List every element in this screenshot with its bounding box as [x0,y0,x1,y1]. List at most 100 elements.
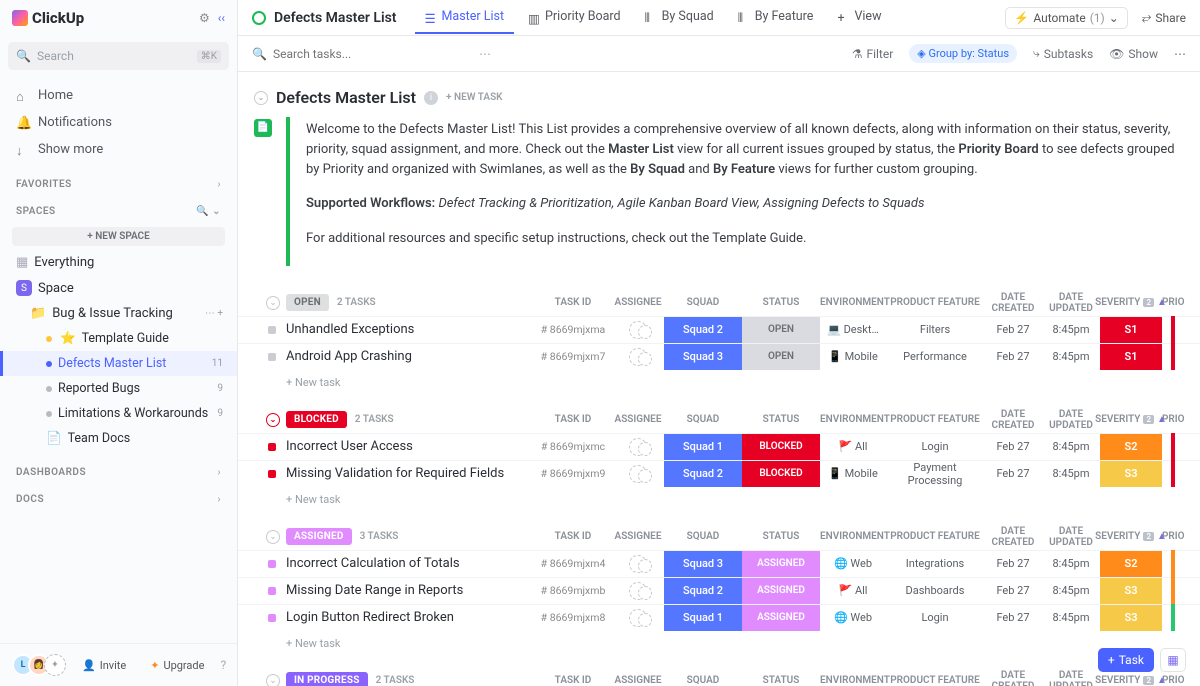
invite-button[interactable]: 👤Invite [74,656,134,675]
cell-assignee[interactable] [612,605,664,631]
section-docs[interactable]: DOCS› [0,484,237,511]
cell-status[interactable]: ASSIGNED [742,605,820,631]
cell-priority[interactable] [1162,605,1184,631]
cell-environment[interactable]: 🚩 All [820,578,886,604]
cell-squad[interactable]: Squad 3 [664,344,742,370]
cell-priority[interactable] [1162,344,1184,370]
cell-priority[interactable] [1162,434,1184,460]
add-task-row[interactable]: + New task [238,487,1200,506]
group-by-button[interactable]: ◈ Group by: Status [909,44,1017,63]
info-icon[interactable]: i [424,91,438,105]
cell-status[interactable]: ASSIGNED [742,578,820,604]
folder-add-icon[interactable]: + [217,308,223,319]
cell-environment[interactable]: 💻 Deskt… [820,317,886,343]
chevron-down-icon[interactable]: ⌄ [266,413,280,427]
cell-product-feature[interactable]: Integrations [886,551,984,577]
tab-master-list[interactable]: ☰Master List [415,1,515,34]
tree-space[interactable]: SSpace [0,275,237,301]
cell-assignee[interactable] [612,434,664,460]
cell-status[interactable]: OPEN [742,317,820,343]
fab-apps-button[interactable]: ▦ [1160,648,1186,672]
task-row[interactable]: Incorrect Calculation of Totals # 8669mj… [238,550,1200,577]
cell-product-feature[interactable]: Performance [886,344,984,370]
cell-status[interactable]: BLOCKED [742,434,820,460]
cell-assignee[interactable] [612,317,664,343]
cell-product-feature[interactable]: Filters [886,317,984,343]
member-avatars[interactable]: L 👩 + [12,654,66,676]
collapse-all-icon[interactable]: ⌄ [254,91,268,105]
cell-assignee[interactable] [612,461,664,487]
nav-home[interactable]: ⌂Home [0,82,237,109]
upgrade-button[interactable]: ✦Upgrade [142,656,212,675]
tree-folder-bugs[interactable]: 📁Bug & Issue Tracking⋯ + [0,301,237,326]
automate-button[interactable]: ⚡Automate (1) ⌄ [1005,7,1127,29]
cell-assignee[interactable] [612,344,664,370]
cell-product-feature[interactable]: Dashboards [886,578,984,604]
cell-severity[interactable]: S3 [1100,578,1162,604]
task-row[interactable]: Missing Validation for Required Fields #… [238,460,1200,487]
logo[interactable]: ClickUp [12,9,84,27]
cell-environment[interactable]: 📱 Mobile [820,461,886,487]
task-row[interactable]: Missing Date Range in Reports # 8669mjxm… [238,577,1200,604]
settings-icon[interactable]: ⚙ [199,11,210,25]
chevron-down-icon[interactable]: ⌄ [266,674,280,686]
nav-notifications[interactable]: 🔔Notifications [0,109,237,136]
new-task-fab[interactable]: +Task [1098,648,1154,672]
cell-status[interactable]: OPEN [742,344,820,370]
cell-assignee[interactable] [612,551,664,577]
cell-priority[interactable] [1162,578,1184,604]
cell-severity[interactable]: S1 [1100,317,1162,343]
cell-severity[interactable]: S2 [1100,551,1162,577]
cell-severity[interactable]: S3 [1100,605,1162,631]
toolbar-overflow-icon[interactable]: ⋯ [1174,47,1186,61]
cell-priority[interactable] [1162,317,1184,343]
cell-severity[interactable]: S2 [1100,434,1162,460]
cell-squad[interactable]: Squad 2 [664,461,742,487]
task-row[interactable]: Login Button Redirect Broken # 8669mjxm8… [238,604,1200,631]
tree-list-reported[interactable]: Reported Bugs9 [0,376,237,401]
cell-status[interactable]: BLOCKED [742,461,820,487]
task-row[interactable]: Unhandled Exceptions # 8669mjxma Squad 2… [238,316,1200,343]
cell-squad[interactable]: Squad 1 [664,434,742,460]
tab-by-feature[interactable]: ⫴By Feature [728,1,824,34]
cell-severity[interactable]: S1 [1100,344,1162,370]
section-spaces[interactable]: SPACES🔍 ⌄ [0,196,237,223]
section-favorites[interactable]: FAVORITES› [0,169,237,196]
tab-add-view[interactable]: +View [827,1,891,34]
section-dashboards[interactable]: DASHBOARDS› [0,457,237,484]
add-task-row[interactable]: + New task [238,370,1200,389]
search-input[interactable]: 🔍 Search ⌘K [8,42,229,70]
toolbar-more-icon[interactable]: ⋯ [479,47,491,61]
group-header[interactable]: ⌄ ASSIGNED 3 TASKS TASK IDASSIGNEESQUADS… [238,524,1200,550]
cell-status[interactable]: ASSIGNED [742,551,820,577]
cell-severity[interactable]: S3 [1100,461,1162,487]
cell-assignee[interactable] [612,578,664,604]
filter-button[interactable]: ⚗Filter [852,47,894,61]
tree-list-limitations[interactable]: Limitations & Workarounds9 [0,401,237,426]
cell-environment[interactable]: 🌐 Web [820,605,886,631]
new-space-button[interactable]: + NEW SPACE [12,227,225,246]
task-search-input[interactable] [273,47,473,61]
collapse-icon[interactable]: ‹‹ [218,11,225,25]
tree-everything[interactable]: ▦Everything [0,250,237,275]
tree-list-teamdocs[interactable]: 📄Team Docs [0,426,237,451]
cell-product-feature[interactable]: Login [886,605,984,631]
nav-show-more[interactable]: ↓Show more [0,136,237,163]
tab-priority-board[interactable]: ▥Priority Board [518,1,631,34]
task-row[interactable]: Incorrect User Access # 8669mjxmc Squad … [238,433,1200,460]
add-task-row[interactable]: + New task [238,631,1200,650]
cell-squad[interactable]: Squad 2 [664,317,742,343]
cell-environment[interactable]: 📱 Mobile [820,344,886,370]
cell-squad[interactable]: Squad 2 [664,578,742,604]
chevron-down-icon[interactable]: ⌄ [266,296,280,310]
search-spaces-icon[interactable]: 🔍 [196,206,209,217]
tree-list-defects[interactable]: Defects Master List11 [0,351,237,376]
group-header[interactable]: ⌄ OPEN 2 TASKS TASK IDASSIGNEESQUADSTATU… [238,290,1200,316]
help-icon[interactable]: ? [220,658,226,672]
group-header[interactable]: ⌄ IN PROGRESS 2 TASKS TASK IDASSIGNEESQU… [238,668,1200,686]
cell-product-feature[interactable]: Payment Processing [886,461,984,487]
subtasks-button[interactable]: ⤷Subtasks [1033,46,1093,61]
tab-by-squad[interactable]: ⫴By Squad [635,1,724,34]
cell-priority[interactable] [1162,461,1184,487]
cell-priority[interactable] [1162,551,1184,577]
